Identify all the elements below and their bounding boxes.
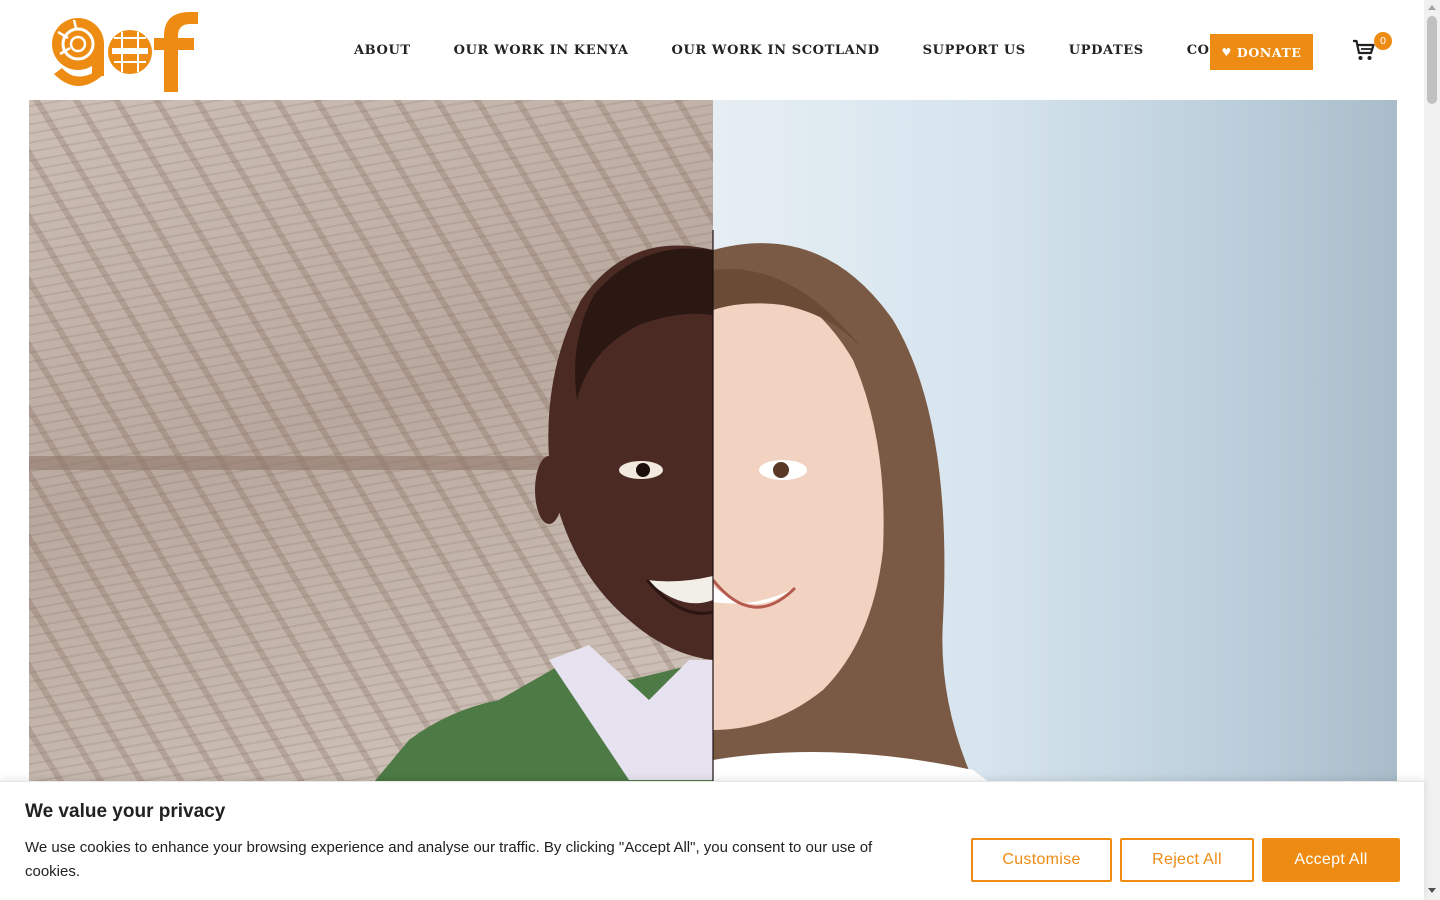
- hero-image-left-half: [29, 100, 713, 800]
- donate-label: DONATE: [1236, 44, 1302, 60]
- gef-logo[interactable]: [48, 8, 208, 92]
- hero-image-divider: [712, 230, 714, 800]
- hero-child-right-face: [713, 243, 1013, 800]
- nav-about[interactable]: ABOUT: [354, 43, 411, 58]
- hero-image: [29, 100, 1397, 800]
- cart-count-badge: 0: [1374, 32, 1392, 50]
- nav-support-us[interactable]: SUPPORT US: [923, 43, 1026, 58]
- page-scrollbar[interactable]: [1424, 0, 1440, 900]
- customise-button[interactable]: Customise: [971, 838, 1112, 882]
- scroll-up-arrow-icon[interactable]: [1428, 5, 1436, 10]
- cookie-banner-title: We value your privacy: [25, 801, 226, 822]
- nav-our-work-in-scotland[interactable]: OUR WORK IN SCOTLAND: [672, 43, 880, 58]
- nav-our-work-in-kenya[interactable]: OUR WORK IN KENYA: [454, 43, 629, 58]
- cookie-consent-banner: We value your privacy We use cookies to …: [0, 781, 1424, 900]
- main-nav: ABOUT OUR WORK IN KENYA OUR WORK IN SCOT…: [354, 0, 1307, 100]
- site-header: ABOUT OUR WORK IN KENYA OUR WORK IN SCOT…: [0, 0, 1424, 100]
- donate-button[interactable]: ♥ DONATE: [1210, 34, 1313, 70]
- hero-child-left-face: [359, 245, 713, 800]
- cookie-banner-text: We use cookies to enhance your browsing …: [25, 839, 873, 880]
- hero-image-right-half: [713, 100, 1397, 800]
- scrollbar-thumb[interactable]: [1427, 16, 1437, 104]
- reject-all-button[interactable]: Reject All: [1120, 838, 1254, 882]
- scroll-down-arrow-icon[interactable]: [1428, 888, 1436, 893]
- cart-icon[interactable]: [1352, 38, 1376, 62]
- nav-updates[interactable]: UPDATES: [1069, 43, 1144, 58]
- accept-all-button[interactable]: Accept All: [1262, 838, 1400, 882]
- heart-icon: ♥: [1221, 45, 1232, 59]
